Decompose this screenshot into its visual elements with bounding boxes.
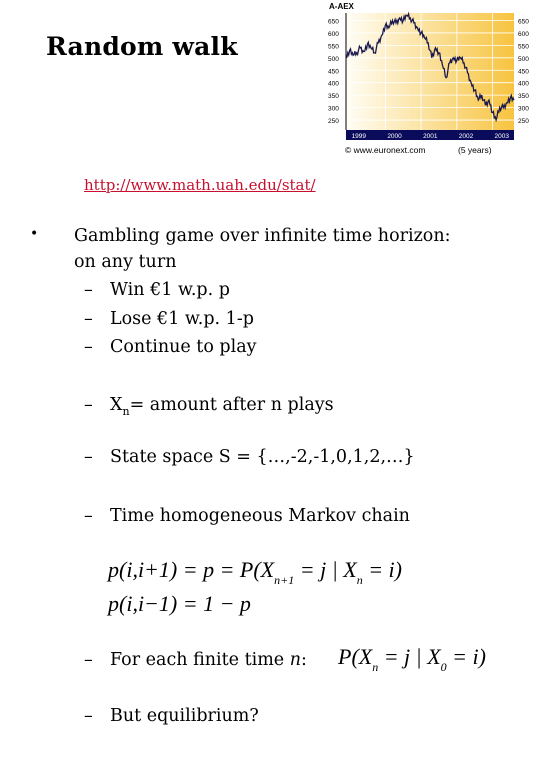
x-tick-label: 2003 bbox=[495, 133, 510, 140]
y-tick-label-right: 450 bbox=[518, 68, 529, 75]
y-tick-label-right: 250 bbox=[518, 118, 529, 125]
plot-area bbox=[346, 13, 514, 130]
y-tick-label-left: 550 bbox=[328, 43, 339, 50]
formula-transition-down: p(i,i−1) = 1 − p bbox=[108, 591, 251, 616]
y-tick-label-right: 400 bbox=[518, 81, 529, 88]
y-tick-label-left: 500 bbox=[328, 56, 339, 63]
slide-title: Random walk bbox=[46, 32, 238, 61]
chart-source: © www.euronext.com bbox=[345, 145, 425, 155]
sub-item-text: Win €1 w.p. p bbox=[110, 280, 230, 300]
sub-item-win: – Win €1 w.p. p bbox=[84, 280, 230, 300]
markov-text: Time homogeneous Markov chain bbox=[110, 506, 410, 526]
formula-part: P(X bbox=[338, 644, 373, 669]
y-tick-label-right: 350 bbox=[518, 93, 529, 100]
bullet-icon: • bbox=[30, 226, 39, 242]
sub-item-text: Continue to play bbox=[110, 337, 257, 357]
y-tick-label-left: 350 bbox=[328, 93, 339, 100]
dash-icon: – bbox=[84, 337, 93, 357]
finite-time-colon: : bbox=[301, 650, 307, 670]
sub-item-finite-time: – For each finite time n: bbox=[84, 650, 307, 670]
sub-item-xn: – Xn= amount after n plays bbox=[84, 395, 334, 418]
xn-subscript: n bbox=[122, 405, 130, 418]
aex-chart-svg: A-AEX 650 600 550 500 450 400 350 300 250 650 600… bbox=[328, 2, 529, 155]
y-tick-label-left: 600 bbox=[328, 31, 339, 38]
y-tick-label-right: 650 bbox=[518, 18, 529, 25]
sub-item-equilibrium: – But equilibrium? bbox=[84, 706, 259, 726]
dash-icon: – bbox=[84, 280, 93, 300]
finite-time-variable: n bbox=[289, 650, 301, 670]
y-tick-label-left: 650 bbox=[328, 18, 339, 25]
dash-icon: – bbox=[84, 309, 93, 329]
formula-n-step: P(Xn = j | X0 = i) bbox=[338, 644, 486, 675]
x-tick-label: 2001 bbox=[423, 133, 438, 140]
x-tick-label: 2000 bbox=[387, 133, 402, 140]
sub-item-text: Lose €1 w.p. 1-p bbox=[110, 309, 254, 329]
formula-transition-up: p(i,i+1) = p = P(Xn+1 = j | Xn = i) bbox=[108, 557, 402, 588]
finite-time-text: For each finite time bbox=[110, 650, 290, 670]
y-tick-label-left: 400 bbox=[328, 81, 339, 88]
y-tick-label-left: 250 bbox=[328, 118, 339, 125]
chart-period-note: (5 years) bbox=[458, 145, 492, 155]
chart-title: A-AEX bbox=[329, 2, 355, 11]
y-tick-label-left: 450 bbox=[328, 68, 339, 75]
source-link[interactable]: http://www.math.uah.edu/stat/ bbox=[84, 176, 316, 194]
y-tick-label-right: 600 bbox=[518, 31, 529, 38]
formula-subscript: n+1 bbox=[274, 573, 295, 587]
formula-part: p(i,i+1) = p = P(X bbox=[108, 557, 275, 582]
y-tick-label-right: 550 bbox=[518, 43, 529, 50]
equilibrium-text: But equilibrium? bbox=[110, 706, 259, 726]
x-tick-label: 1999 bbox=[352, 133, 367, 140]
bullet-text-line2: on any turn bbox=[74, 252, 177, 272]
dash-icon: – bbox=[84, 395, 93, 415]
sub-item-markov: – Time homogeneous Markov chain bbox=[84, 506, 410, 526]
sub-item-lose: – Lose €1 w.p. 1-p bbox=[84, 309, 254, 329]
state-space-text: State space S = {…,-2,-1,0,1,2,…} bbox=[110, 447, 415, 467]
sub-item-state-space: – State space S = {…,-2,-1,0,1,2,…} bbox=[84, 447, 415, 467]
aex-chart: A-AEX 650 600 550 500 450 400 350 300 250 650 600… bbox=[327, 0, 540, 160]
formula-part: = i) bbox=[446, 644, 486, 669]
y-tick-label-left: 300 bbox=[328, 106, 339, 113]
dash-icon: – bbox=[84, 650, 93, 670]
formula-part: = j | X bbox=[378, 644, 441, 669]
bullet-text-line1: Gambling game over infinite time horizon… bbox=[74, 226, 451, 246]
sub-item-continue: – Continue to play bbox=[84, 337, 257, 357]
dash-icon: – bbox=[84, 706, 93, 726]
formula-part: = i) bbox=[362, 557, 402, 582]
x-tick-label: 2002 bbox=[459, 133, 474, 140]
xn-description: = amount after n plays bbox=[129, 395, 334, 415]
dash-icon: – bbox=[84, 506, 93, 526]
dash-icon: – bbox=[84, 447, 93, 467]
xn-variable: X bbox=[110, 395, 123, 415]
formula-part: = j | X bbox=[294, 557, 357, 582]
y-tick-label-right: 500 bbox=[518, 56, 529, 63]
y-tick-label-right: 300 bbox=[518, 106, 529, 113]
